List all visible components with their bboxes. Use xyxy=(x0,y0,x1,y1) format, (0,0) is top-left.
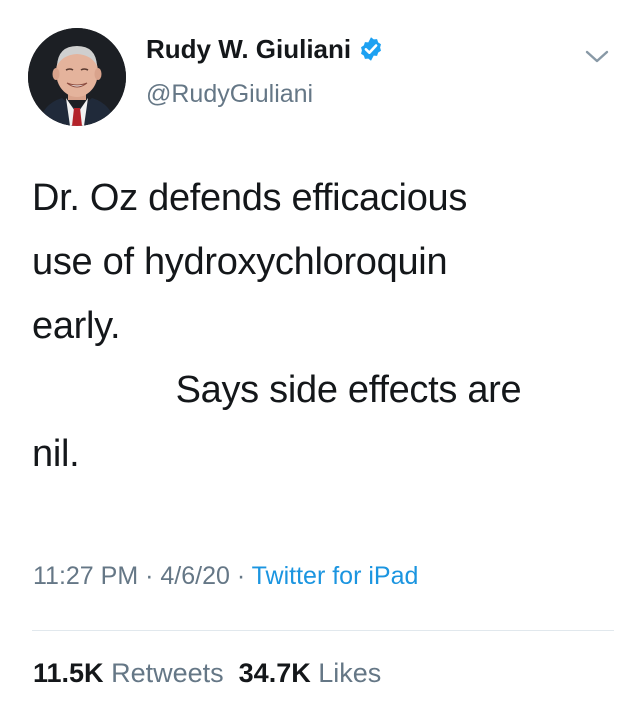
tweet-time[interactable]: 11:27 PM xyxy=(33,562,138,590)
author-handle[interactable]: @RudyGiuliani xyxy=(146,80,313,109)
author-display-name[interactable]: Rudy W. Giuliani xyxy=(146,34,351,64)
tweet-line: Says side effects are xyxy=(32,369,522,411)
tweet-text: Dr. Oz defends efficacious use of hydrox… xyxy=(32,166,612,486)
retweets-stat[interactable]: 11.5K Retweets xyxy=(33,658,224,688)
author-name[interactable]: Rudy W. Giuliani xyxy=(146,34,384,65)
meta-separator: · xyxy=(138,562,161,590)
chevron-down-icon[interactable] xyxy=(582,44,612,68)
meta-separator: · xyxy=(229,562,252,590)
avatar[interactable] xyxy=(28,28,126,126)
retweets-label: Retweets xyxy=(111,658,224,688)
tweet-date[interactable]: 4/6/20 xyxy=(160,562,230,590)
likes-label: Likes xyxy=(318,658,382,688)
verified-badge-icon xyxy=(361,37,382,61)
tweet-meta: 11:27 PM · 4/6/20 · Twitter for iPad xyxy=(33,562,418,591)
tweet-stats: 11.5K Retweets 34.7K Likes xyxy=(33,658,381,689)
tweet-source-link[interactable]: Twitter for iPad xyxy=(252,562,419,590)
tweet-line: early. xyxy=(32,305,121,347)
likes-count: 34.7K xyxy=(238,658,311,688)
tweet-line: nil. xyxy=(32,433,80,475)
likes-stat[interactable]: 34.7K Likes xyxy=(239,658,382,688)
tweet-line: use of hydroxychloroquin xyxy=(32,241,448,283)
divider xyxy=(32,630,614,631)
retweets-count: 11.5K xyxy=(33,658,104,688)
avatar-photo xyxy=(28,28,126,126)
tweet-line: Dr. Oz defends efficacious xyxy=(32,177,468,219)
